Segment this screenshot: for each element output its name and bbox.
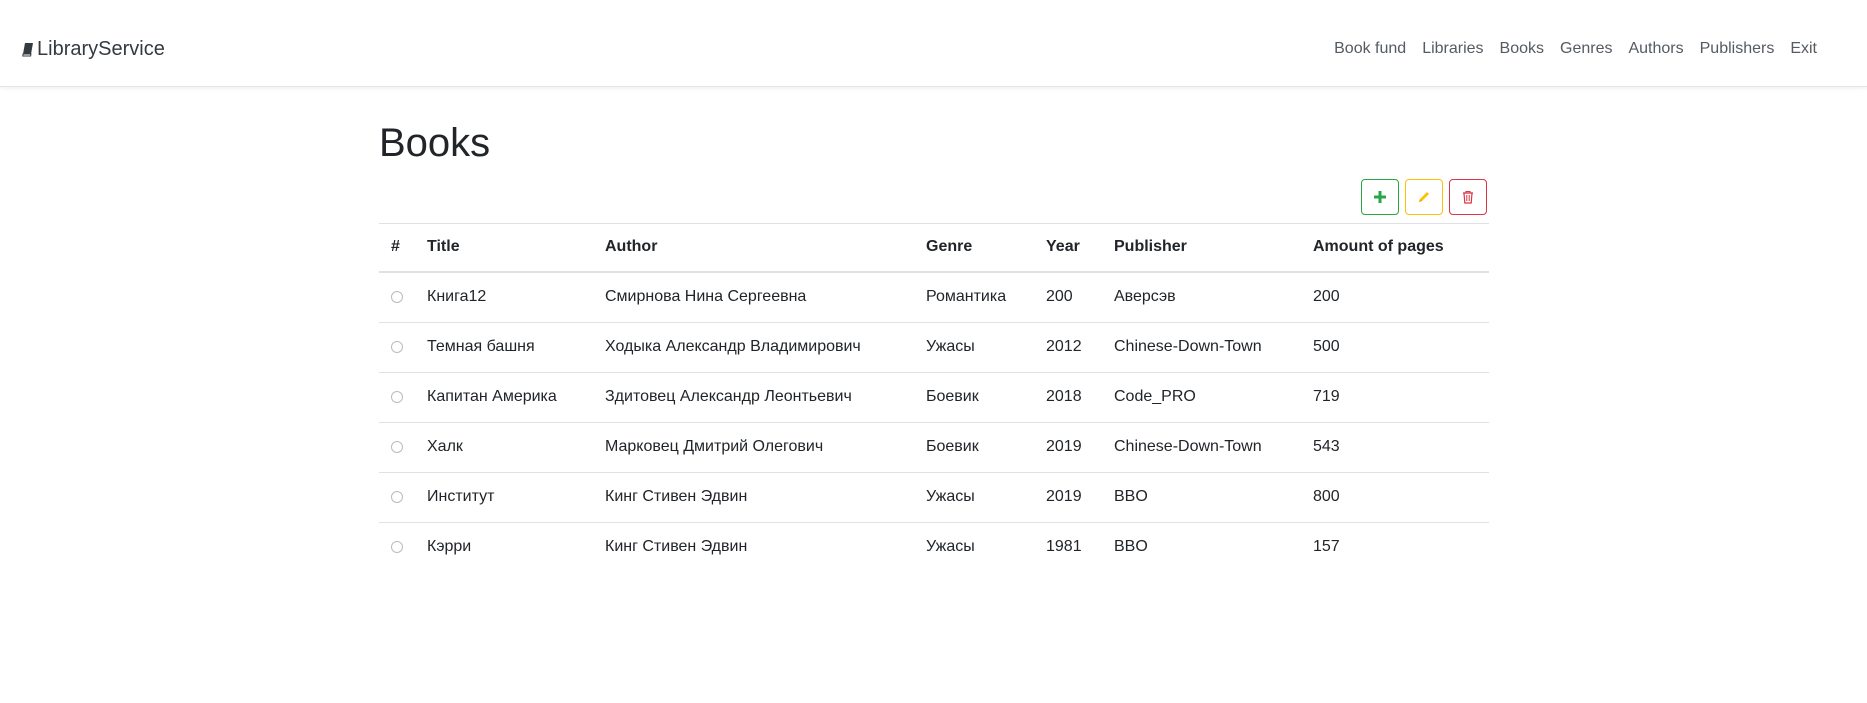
cell-pages: 800 — [1301, 471, 1489, 522]
nav-item-publishers[interactable]: Publishers — [1692, 40, 1783, 58]
brand-name: LibraryService — [37, 38, 165, 60]
row-select-radio[interactable] — [391, 290, 403, 303]
cell-genre: Боевик — [914, 421, 1034, 472]
books-table: # Title Author Genre Year Publisher Amou… — [379, 223, 1489, 572]
cell-genre: Ужасы — [914, 471, 1034, 522]
cell-pages: 500 — [1301, 321, 1489, 372]
cell-publisher: Аверсэв — [1114, 288, 1176, 305]
cell-year: 200 — [1046, 288, 1073, 305]
cell-pages: 157 — [1301, 521, 1489, 572]
nav-item-genres[interactable]: Genres — [1552, 40, 1620, 58]
cell-year: 2019 — [1034, 421, 1102, 472]
nav-item-book-fund[interactable]: Book fund — [1326, 40, 1414, 58]
row-select-radio[interactable] — [391, 440, 403, 453]
cell-year: 1981 — [1034, 521, 1102, 572]
cell-title: Капитан Америка — [415, 371, 593, 422]
cell-title: Институт — [415, 471, 593, 522]
cell-title: Книга12 — [427, 288, 487, 305]
table-row[interactable]: Темная башня Ходыка Александр Владимиров… — [379, 321, 1489, 372]
table-row[interactable]: Книга12 Смирнова Нина Сергеевна Романтик… — [379, 272, 1489, 323]
brand-link[interactable]: LibraryService — [22, 38, 165, 61]
page-title: Books — [379, 121, 491, 165]
cell-year: 2012 — [1034, 321, 1102, 372]
cell-publisher: Code_PRO — [1102, 371, 1301, 422]
cell-title: Кэрри — [415, 521, 593, 572]
nav-item-exit[interactable]: Exit — [1782, 40, 1825, 58]
cell-title: Темная башня — [415, 321, 593, 372]
toolbar — [1361, 179, 1487, 215]
navbar: LibraryService Book fund Libraries Books… — [0, 0, 1867, 87]
header-pages[interactable]: Amount of pages — [1301, 223, 1489, 273]
cell-genre: Боевик — [914, 371, 1034, 422]
delete-button[interactable] — [1449, 179, 1487, 215]
row-select-radio[interactable] — [391, 540, 403, 553]
trash-icon — [1463, 190, 1473, 204]
header-num: # — [379, 223, 415, 273]
cell-pages: 543 — [1301, 421, 1489, 472]
add-button[interactable] — [1361, 179, 1399, 215]
cell-pages: 719 — [1301, 371, 1489, 422]
cell-year: 2019 — [1034, 471, 1102, 522]
row-select-radio[interactable] — [391, 490, 403, 503]
header-author[interactable]: Author — [593, 223, 914, 273]
book-icon — [22, 43, 33, 57]
cell-publisher: Chinese-Down-Town — [1102, 321, 1301, 372]
table-row[interactable]: Халк Марковец Дмитрий Олегович Боевик 20… — [379, 421, 1489, 472]
cell-title: Халк — [415, 421, 593, 472]
cell-author: Ходыка Александр Владимирович — [593, 321, 914, 372]
cell-genre: Ужасы — [914, 521, 1034, 572]
cell-publisher: Chinese-Down-Town — [1102, 421, 1301, 472]
header-publisher[interactable]: Publisher — [1102, 223, 1301, 273]
table-row[interactable]: Институт Кинг Стивен Эдвин Ужасы 2019 BB… — [379, 471, 1489, 522]
header-title[interactable]: Title — [415, 223, 593, 273]
cell-author: Смирнова Нина Сергеевна — [605, 288, 807, 305]
cell-genre: Романтика — [926, 288, 1007, 305]
table-row[interactable]: Кэрри Кинг Стивен Эдвин Ужасы 1981 BBO 1… — [379, 521, 1489, 572]
cell-pages: 200 — [1313, 288, 1340, 305]
cell-publisher: BBO — [1102, 521, 1301, 572]
cell-year: 2018 — [1034, 371, 1102, 422]
nav-item-books[interactable]: Books — [1492, 40, 1552, 58]
plus-icon — [1374, 191, 1386, 203]
nav-item-libraries[interactable]: Libraries — [1414, 40, 1491, 58]
table-header-row: # Title Author Genre Year Publisher Amou… — [379, 223, 1489, 273]
nav-item-authors[interactable]: Authors — [1620, 40, 1691, 58]
cell-author: Марковец Дмитрий Олегович — [593, 421, 914, 472]
pencil-icon — [1419, 192, 1429, 202]
cell-author: Кинг Стивен Эдвин — [593, 471, 914, 522]
edit-button[interactable] — [1405, 179, 1443, 215]
header-year[interactable]: Year — [1034, 223, 1102, 273]
cell-publisher: BBO — [1102, 471, 1301, 522]
row-select-radio[interactable] — [391, 340, 403, 353]
row-select-radio[interactable] — [391, 390, 403, 403]
table-row[interactable]: Капитан Америка Здитовец Александр Леонт… — [379, 371, 1489, 422]
header-genre[interactable]: Genre — [914, 223, 1034, 273]
cell-author: Здитовец Александр Леонтьевич — [593, 371, 914, 422]
nav-links: Book fund Libraries Books Genres Authors… — [1326, 40, 1825, 58]
cell-genre: Ужасы — [914, 321, 1034, 372]
cell-author: Кинг Стивен Эдвин — [593, 521, 914, 572]
